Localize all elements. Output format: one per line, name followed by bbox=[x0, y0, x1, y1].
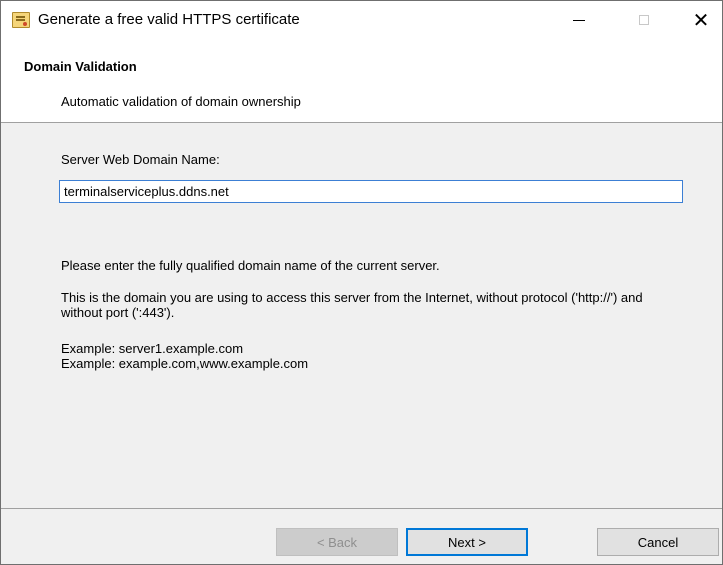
maximize-icon bbox=[639, 15, 649, 25]
next-button[interactable]: Next > bbox=[406, 528, 528, 556]
domain-name-input[interactable] bbox=[59, 180, 683, 203]
minimize-button[interactable] bbox=[556, 1, 602, 39]
page-subtitle: Automatic validation of domain ownership bbox=[61, 94, 301, 109]
example-line: Example: example.com,www.example.com bbox=[61, 356, 309, 371]
close-button[interactable]: ✕ bbox=[678, 1, 722, 39]
close-icon: ✕ bbox=[692, 8, 710, 32]
certificate-icon bbox=[12, 12, 30, 28]
dialog-window: Generate a free valid HTTPS certificate … bbox=[0, 0, 723, 565]
back-button[interactable]: < Back bbox=[276, 528, 398, 556]
window-title: Generate a free valid HTTPS certificate bbox=[38, 11, 300, 28]
examples-block: Example: server1.example.com Example: ex… bbox=[61, 341, 681, 371]
page-title: Domain Validation bbox=[24, 59, 137, 74]
wizard-header: Domain Validation Automatic validation o… bbox=[1, 39, 722, 123]
wizard-body: Server Web Domain Name: Please enter the… bbox=[1, 123, 722, 508]
cancel-button[interactable]: Cancel bbox=[597, 528, 719, 556]
help-text-description: This is the domain you are using to acce… bbox=[61, 290, 643, 320]
example-line: Example: server1.example.com bbox=[61, 341, 244, 356]
title-bar[interactable]: Generate a free valid HTTPS certificate … bbox=[1, 1, 722, 39]
minimize-icon bbox=[573, 19, 585, 21]
wizard-footer: < Back Next > Cancel bbox=[1, 508, 722, 564]
domain-name-label: Server Web Domain Name: bbox=[61, 152, 220, 167]
maximize-button[interactable] bbox=[621, 1, 667, 39]
help-text-instruction: Please enter the fully qualified domain … bbox=[61, 258, 440, 273]
